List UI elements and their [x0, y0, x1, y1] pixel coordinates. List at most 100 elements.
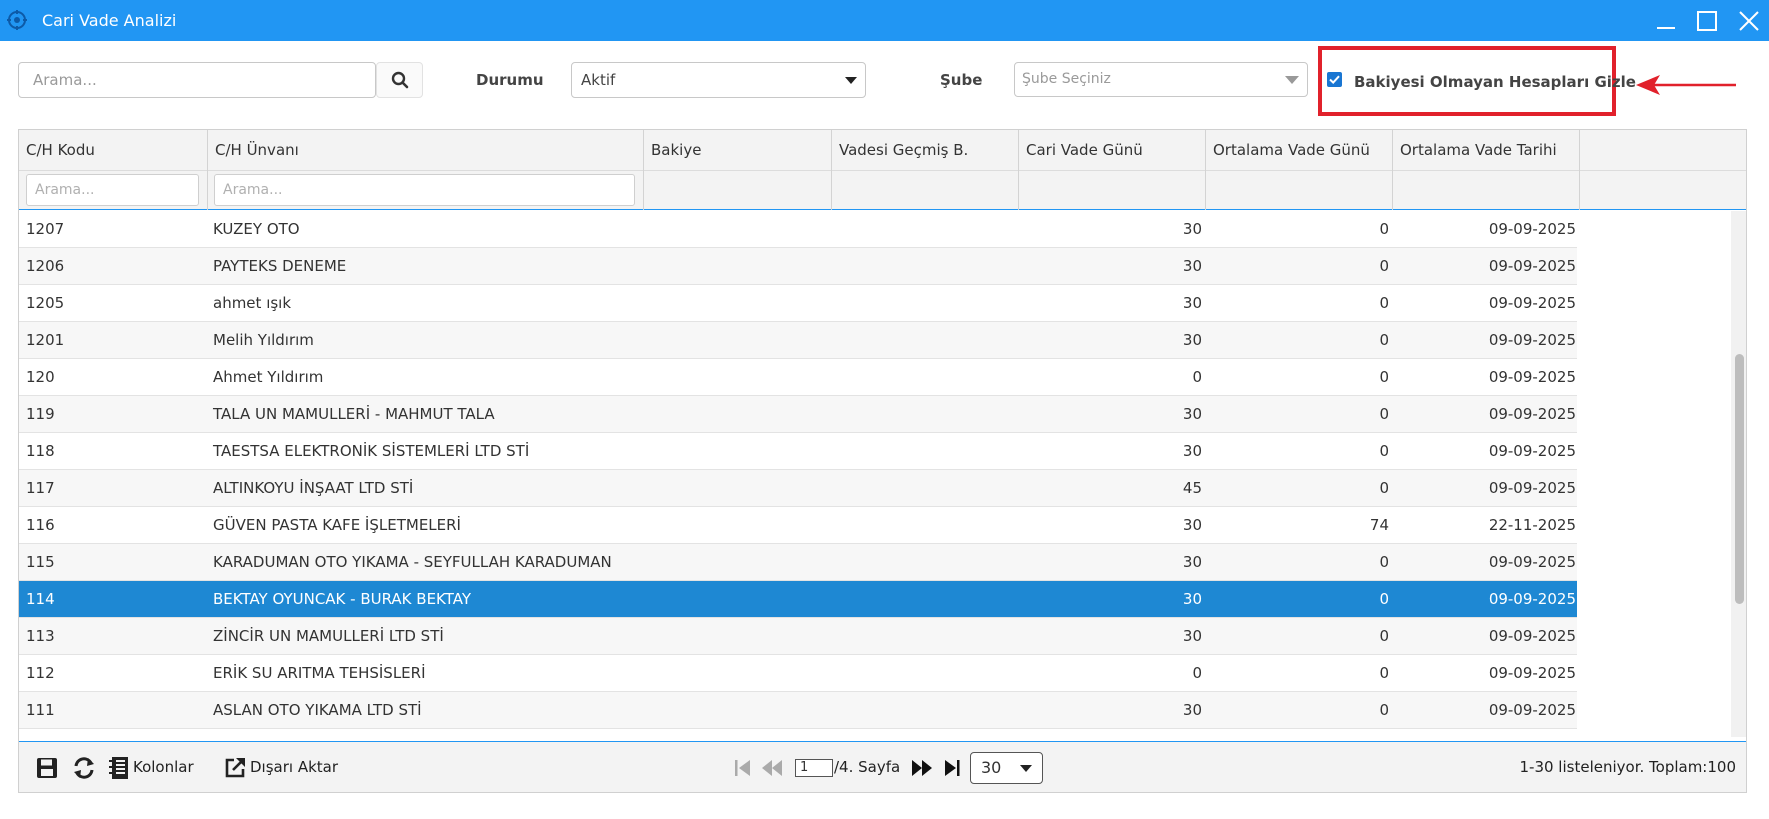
cell-unvan: KUZEY OTO: [213, 220, 300, 238]
column-header-ortalama-vade-tarihi[interactable]: Ortalama Vade Tarihi: [1393, 130, 1580, 210]
filter-unvan-input[interactable]: [214, 174, 635, 206]
cell-ortalama-vade-tarihi: 09-09-2025: [1488, 442, 1576, 460]
table-row[interactable]: 112 ERİK SU ARITMA TEHSİSLERİ 0 0 09-09-2025: [19, 655, 1577, 692]
next-page-icon[interactable]: [909, 755, 935, 781]
cell-ortalama-vade-gunu: 0: [1379, 294, 1389, 312]
cell-cari-vade-gunu: 30: [1182, 442, 1202, 460]
cell-ortalama-vade-gunu: 74: [1369, 516, 1389, 534]
table-row[interactable]: 111 ASLAN OTO YIKAMA LTD STİ 30 0 09-09-2025: [19, 692, 1577, 729]
close-icon[interactable]: [1736, 8, 1762, 34]
cell-unvan: Melih Yıldırım: [213, 331, 314, 349]
arrow-annotation-icon: [1636, 75, 1736, 95]
cell-cari-vade-gunu: 0: [1192, 368, 1202, 386]
table-row[interactable]: 113 ZİNCİR UN MAMULLERİ LTD STİ 30 0 09-09-2…: [19, 618, 1577, 655]
table-row[interactable]: 114 BEKTAY OYUNCAK - BURAK BEKTAY 30 0 09-09…: [19, 581, 1577, 618]
cell-ortalama-vade-tarihi: 09-09-2025: [1488, 220, 1576, 238]
table-row[interactable]: 117 ALTINKOYU İNŞAAT LTD STİ 45 0 09-09-2025: [19, 470, 1577, 507]
caret-down-icon: [1020, 765, 1032, 772]
cell-unvan: PAYTEKS DENEME: [213, 257, 347, 275]
column-header-unvan[interactable]: C/H Ünvanı: [208, 130, 644, 210]
column-header-kod[interactable]: C/H Kodu: [19, 130, 208, 210]
search-button[interactable]: [376, 62, 423, 98]
cell-ortalama-vade-gunu: 0: [1379, 405, 1389, 423]
durum-label: Durumu: [476, 71, 544, 89]
cell-ortalama-vade-tarihi: 09-09-2025: [1488, 257, 1576, 275]
cell-cari-vade-gunu: 30: [1182, 516, 1202, 534]
cell-ortalama-vade-gunu: 0: [1379, 553, 1389, 571]
grid-footer: Kolonlar Dışarı Aktar 1 /4. Sayfa 30 1-3…: [19, 741, 1746, 792]
cell-kod: 114: [26, 590, 55, 608]
cell-cari-vade-gunu: 30: [1182, 331, 1202, 349]
cell-ortalama-vade-tarihi: 09-09-2025: [1488, 590, 1576, 608]
cell-unvan: TALA UN MAMULLERİ - MAHMUT TALA: [213, 405, 495, 423]
filter-kod-input[interactable]: [26, 174, 199, 206]
table-row[interactable]: 1205 ahmet ışık 30 0 09-09-2025: [19, 285, 1577, 322]
prev-page-icon[interactable]: [759, 755, 785, 781]
cell-kod: 115: [26, 553, 55, 571]
vertical-scrollbar[interactable]: [1731, 211, 1746, 737]
cell-ortalama-vade-tarihi: 09-09-2025: [1488, 294, 1576, 312]
search-input[interactable]: [18, 62, 376, 98]
cell-ortalama-vade-gunu: 0: [1379, 701, 1389, 719]
cell-unvan: TAESTSA ELEKTRONİK SİSTEMLERİ LTD STİ: [213, 442, 530, 460]
cell-cari-vade-gunu: 30: [1182, 294, 1202, 312]
save-icon[interactable]: [34, 755, 60, 781]
export-button[interactable]: Dışarı Aktar: [250, 758, 338, 776]
cell-ortalama-vade-gunu: 0: [1379, 331, 1389, 349]
table-row[interactable]: 1207 KUZEY OTO 30 0 09-09-2025: [19, 211, 1577, 248]
cell-unvan: ASLAN OTO YIKAMA LTD STİ: [213, 701, 422, 719]
table-row[interactable]: 120 Ahmet Yıldırım 0 0 09-09-2025: [19, 359, 1577, 396]
caret-down-icon: [1285, 76, 1299, 84]
cell-unvan: ahmet ışık: [213, 294, 292, 312]
durum-select[interactable]: Aktif: [571, 62, 866, 98]
cell-ortalama-vade-gunu: 0: [1379, 442, 1389, 460]
hide-zero-balance-label[interactable]: Bakiyesi Olmayan Hesapları Gizle: [1354, 73, 1636, 91]
caret-down-icon: [845, 77, 857, 84]
cell-ortalama-vade-tarihi: 09-09-2025: [1488, 368, 1576, 386]
cell-ortalama-vade-gunu: 0: [1379, 257, 1389, 275]
last-page-icon[interactable]: [939, 755, 965, 781]
table-row[interactable]: 116 GÜVEN PASTA KAFE İŞLETMELERİ 30 74 22-11…: [19, 507, 1577, 544]
cell-ortalama-vade-tarihi: 09-09-2025: [1488, 664, 1576, 682]
minimize-icon[interactable]: [1653, 8, 1679, 34]
title-bar: Cari Vade Analizi: [0, 0, 1769, 41]
cell-unvan: GÜVEN PASTA KAFE İŞLETMELERİ: [213, 516, 461, 534]
cell-kod: 1205: [26, 294, 65, 312]
hide-zero-balance-checkbox[interactable]: [1327, 72, 1342, 87]
cell-ortalama-vade-tarihi: 09-09-2025: [1488, 701, 1576, 719]
table-row[interactable]: 119 TALA UN MAMULLERİ - MAHMUT TALA 30 0 09-…: [19, 396, 1577, 433]
page-number-input[interactable]: 1: [795, 759, 833, 777]
sube-label: Şube: [940, 71, 983, 89]
export-icon: [225, 758, 245, 778]
table-row[interactable]: 1206 PAYTEKS DENEME 30 0 09-09-2025: [19, 248, 1577, 285]
cell-kod: 113: [26, 627, 55, 645]
cell-ortalama-vade-tarihi: 09-09-2025: [1488, 405, 1576, 423]
columns-button[interactable]: Kolonlar: [133, 758, 194, 776]
first-page-icon[interactable]: [730, 755, 756, 781]
cell-ortalama-vade-gunu: 0: [1379, 590, 1389, 608]
columns-icon: [109, 757, 128, 779]
cell-cari-vade-gunu: 0: [1192, 664, 1202, 682]
table-row[interactable]: 118 TAESTSA ELEKTRONİK SİSTEMLERİ LTD STİ…: [19, 433, 1577, 470]
cell-cari-vade-gunu: 30: [1182, 220, 1202, 238]
maximize-icon[interactable]: [1694, 8, 1720, 34]
record-summary: 1-30 listeleniyor. Toplam:100: [1519, 758, 1737, 776]
cell-cari-vade-gunu: 30: [1182, 701, 1202, 719]
cell-ortalama-vade-gunu: 0: [1379, 220, 1389, 238]
refresh-icon[interactable]: [71, 755, 97, 781]
scrollbar-thumb[interactable]: [1735, 354, 1744, 604]
column-header-bakiye[interactable]: Bakiye: [644, 130, 832, 210]
cell-kod: 112: [26, 664, 55, 682]
column-header-vadesi-gecmis[interactable]: Vadesi Geçmiş B.: [832, 130, 1019, 210]
table-row[interactable]: 115 KARADUMAN OTO YIKAMA - SEYFULLAH KARA…: [19, 544, 1577, 581]
page-size-select[interactable]: 30: [970, 752, 1043, 784]
page-count-text: /4. Sayfa: [834, 758, 901, 776]
table-row[interactable]: 1201 Melih Yıldırım 30 0 09-09-2025: [19, 322, 1577, 359]
cell-cari-vade-gunu: 30: [1182, 590, 1202, 608]
cell-unvan: ALTINKOYU İNŞAAT LTD STİ: [213, 479, 414, 497]
column-header-cari-vade-gunu[interactable]: Cari Vade Günü: [1019, 130, 1206, 210]
column-header-ortalama-vade-gunu[interactable]: Ortalama Vade Günü: [1206, 130, 1393, 210]
sube-select[interactable]: Şube Seçiniz: [1014, 62, 1308, 97]
sube-placeholder: Şube Seçiniz: [1022, 71, 1111, 87]
app-icon: [7, 10, 27, 30]
